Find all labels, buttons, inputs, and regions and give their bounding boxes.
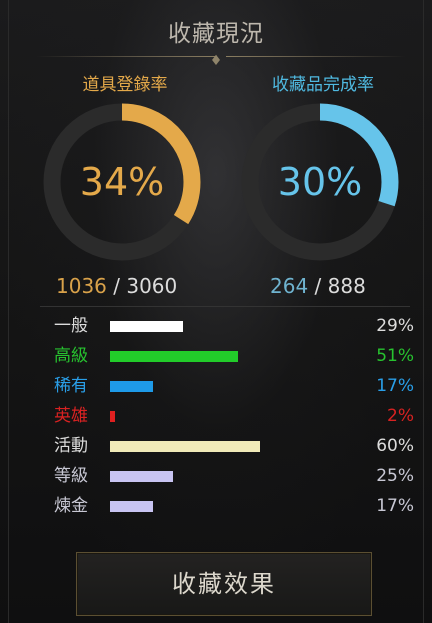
grade-progress-bar: [110, 471, 173, 482]
grade-progress-bar: [110, 321, 183, 332]
grade-row: 活動 60%: [54, 432, 414, 460]
title-divider-right: [226, 56, 406, 57]
grade-percent: 25%: [376, 466, 414, 486]
collection-completion-ring: 30%: [238, 100, 402, 264]
grade-name: 英雄: [54, 406, 88, 426]
item-registration-label: 道具登錄率: [82, 75, 168, 95]
grade-row: 等級 25%: [54, 462, 414, 490]
item-registration-percent: 34%: [79, 160, 165, 204]
grade-progress-bar: [110, 411, 115, 422]
collection-completion-label: 收藏品完成率: [272, 75, 374, 95]
collection-completion-percent: 30%: [277, 160, 363, 204]
grade-row: 英雄 2%: [54, 402, 414, 430]
grade-percent: 29%: [376, 316, 414, 336]
item-registration-total: 3060: [126, 274, 178, 298]
title-divider-left: [36, 56, 216, 57]
grade-name: 稀有: [54, 376, 88, 396]
collection-completion-total: 888: [327, 274, 366, 298]
grade-row: 一般 29%: [54, 312, 414, 340]
grade-row: 煉金 17%: [54, 492, 414, 520]
grade-name: 等級: [54, 466, 88, 486]
grade-percent: 60%: [376, 436, 414, 456]
grade-progress-bar: [110, 351, 238, 362]
item-registration-current: 1036: [56, 274, 107, 298]
collection-effect-button[interactable]: 收藏效果: [76, 552, 372, 616]
count-separator: /: [308, 274, 328, 298]
grade-row: 稀有 17%: [54, 372, 414, 400]
grade-progress-bar: [110, 441, 260, 452]
item-registration-count: 1036 / 3060: [56, 272, 256, 300]
ornament-icon: ♦: [209, 53, 223, 69]
count-separator: /: [106, 274, 127, 298]
panel-title: 收藏現況: [168, 21, 264, 47]
grade-percent: 51%: [376, 346, 414, 366]
grade-progress-bar: [110, 381, 153, 392]
grade-name: 一般: [54, 316, 88, 336]
item-registration-ring: 34%: [40, 100, 204, 264]
grade-percent: 17%: [376, 496, 414, 516]
collection-completion-count: 264 / 888: [270, 272, 432, 300]
collection-status-panel: 收藏現況 ♦ 道具登錄率 收藏品完成率 34% 30% 1036 / 3060 …: [0, 0, 432, 623]
grade-percent: 17%: [376, 376, 414, 396]
section-divider: [40, 306, 410, 307]
grade-percent: 2%: [387, 406, 414, 426]
grade-name: 高級: [54, 346, 88, 366]
collection-completion-current: 264: [270, 274, 309, 298]
grade-progress-bar: [110, 501, 153, 512]
grade-row: 高級 51%: [54, 342, 414, 370]
grade-name: 煉金: [54, 496, 88, 516]
grade-name: 活動: [54, 436, 88, 456]
